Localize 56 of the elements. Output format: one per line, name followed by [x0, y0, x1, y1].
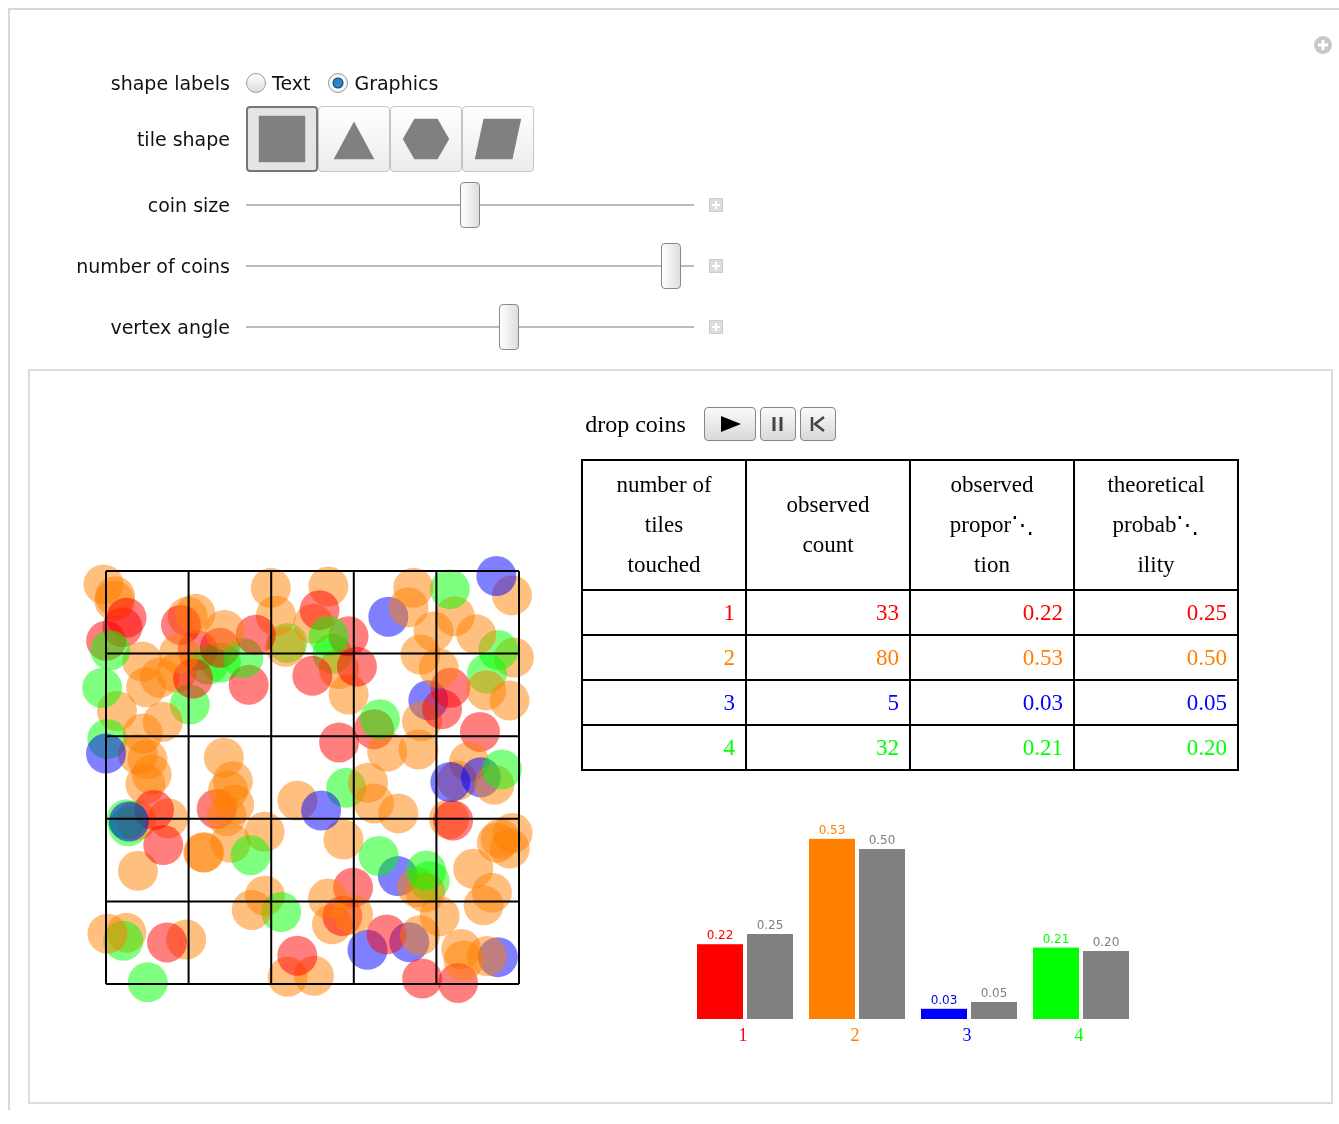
table-cell: 1 — [582, 590, 746, 635]
table-cell: 33 — [746, 590, 910, 635]
triangle-shape-button[interactable] — [318, 106, 390, 172]
play-button[interactable] — [703, 407, 756, 441]
radio-option[interactable]: Text — [246, 72, 311, 94]
animation-label: drop coins — [585, 410, 686, 438]
pause-icon — [770, 415, 785, 433]
category-label: 3 — [962, 1025, 972, 1045]
table-cell: 0.22 — [910, 590, 1074, 635]
chart-bar — [1033, 947, 1079, 1019]
skip-back-icon — [808, 415, 827, 433]
bar-value-label: 0.05 — [980, 986, 1008, 1000]
pause-button[interactable] — [759, 407, 796, 441]
category-label: 1 — [738, 1025, 748, 1045]
bar-value-label: 0.25 — [756, 918, 784, 932]
table-cell: 0.05 — [1074, 680, 1238, 725]
hexagon-shape-button[interactable] — [390, 106, 462, 172]
control-label: shape labels — [109, 72, 231, 94]
bar-value-label: 0.20 — [1092, 935, 1120, 949]
table-cell: 0.53 — [910, 635, 1074, 680]
table-cell: 3 — [582, 680, 746, 725]
table-cell: 0.03 — [910, 680, 1074, 725]
chart-bar — [1083, 951, 1129, 1019]
bar-value-label: 0.53 — [818, 822, 846, 837]
bar-value-label: 0.21 — [1042, 931, 1070, 946]
table-cell: 80 — [746, 635, 910, 680]
column-header: theoretical probab⋱ ility — [1074, 460, 1238, 590]
table-cell: 5 — [746, 680, 910, 725]
parallelogram-shape-button[interactable] — [462, 106, 534, 172]
table-cell: 0.50 — [1074, 635, 1238, 680]
column-header: number of tiles touched — [582, 460, 746, 590]
slider-thumb[interactable] — [498, 303, 519, 350]
slider-thumb[interactable] — [661, 242, 682, 289]
control-label: vertex angle — [109, 315, 231, 338]
bar-value-label: 0.50 — [868, 833, 896, 847]
table-cell: 32 — [746, 725, 910, 770]
control-label: tile shape — [135, 128, 231, 150]
bar-value-label: 0.22 — [706, 928, 734, 943]
category-label: 4 — [1074, 1025, 1084, 1045]
category-label: 2 — [850, 1025, 860, 1045]
square-shape-button[interactable] — [246, 106, 318, 172]
chart-bar — [971, 1002, 1017, 1019]
table-cell: 0.25 — [1074, 590, 1238, 635]
column-header: observed propor⋱ tion — [910, 460, 1074, 590]
bar-value-label: 0.03 — [930, 992, 958, 1007]
table-cell: 2 — [582, 635, 746, 680]
table-cell: 0.21 — [910, 725, 1074, 770]
table-cell: 0.20 — [1074, 725, 1238, 770]
slider-thumb[interactable] — [460, 181, 480, 228]
chart-bar — [921, 1008, 967, 1019]
control-label: number of coins — [75, 254, 231, 277]
table-cell: 4 — [582, 725, 746, 770]
radio-option[interactable]: Graphics — [328, 72, 439, 94]
control-label: coin size — [146, 193, 231, 216]
column-header: observed count — [746, 460, 910, 590]
reset-button[interactable] — [799, 407, 836, 441]
